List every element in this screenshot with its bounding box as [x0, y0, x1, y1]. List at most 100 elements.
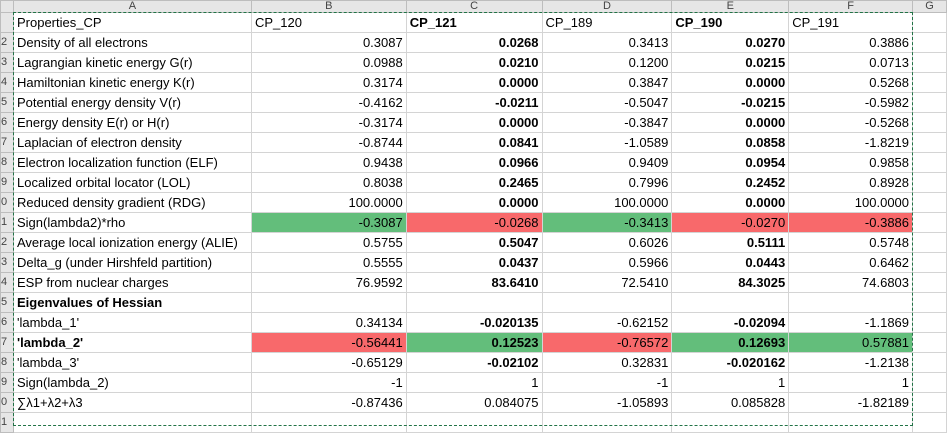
empty-cell[interactable] [912, 132, 947, 153]
row-number[interactable]: 2 [0, 232, 14, 253]
property-label[interactable]: 'lambda_3' [12, 352, 252, 373]
value-cell-f[interactable]: -1.82189 [788, 392, 914, 413]
property-label[interactable]: Localized orbital locator (LOL) [12, 172, 252, 193]
value-cell-f[interactable]: 74.6803 [788, 272, 914, 293]
column-header-c[interactable]: C [405, 0, 543, 13]
empty-cell[interactable] [671, 412, 790, 433]
value-cell-d[interactable]: -0.62152 [541, 312, 673, 333]
property-label[interactable]: Energy density E(r) or H(r) [12, 112, 252, 133]
empty-cell[interactable] [12, 412, 252, 433]
value-cell-e[interactable]: -0.02094 [671, 312, 790, 333]
value-cell-d[interactable]: 0.5966 [541, 252, 673, 273]
empty-cell[interactable] [912, 312, 947, 333]
header-cell-b[interactable]: CP_120 [250, 12, 407, 33]
value-cell-f[interactable]: 0.3886 [788, 32, 914, 53]
value-cell-c[interactable]: 0.0000 [405, 192, 543, 213]
value-cell-c[interactable] [405, 292, 543, 313]
value-cell-c[interactable]: -0.02102 [405, 352, 543, 373]
value-cell-b[interactable]: -0.56441 [250, 332, 407, 353]
empty-cell[interactable] [912, 292, 947, 313]
column-header-e[interactable]: E [671, 0, 790, 13]
empty-cell[interactable] [912, 212, 947, 233]
value-cell-b[interactable]: -1 [250, 372, 407, 393]
value-cell-e[interactable]: -0.020162 [671, 352, 790, 373]
property-label[interactable]: Eigenvalues of Hessian [12, 292, 252, 313]
row-number[interactable]: 3 [0, 52, 14, 73]
value-cell-d[interactable]: 0.32831 [541, 352, 673, 373]
value-cell-e[interactable]: -0.0215 [671, 92, 790, 113]
property-label[interactable]: ESP from nuclear charges [12, 272, 252, 293]
header-cell-f[interactable]: CP_191 [788, 12, 914, 33]
value-cell-d[interactable]: 72.5410 [541, 272, 673, 293]
value-cell-f[interactable]: 0.0713 [788, 52, 914, 73]
value-cell-f[interactable] [788, 292, 914, 313]
property-label[interactable]: Electron localization function (ELF) [12, 152, 252, 173]
value-cell-d[interactable]: -1.0589 [541, 132, 673, 153]
row-number[interactable]: 7 [0, 132, 14, 153]
value-cell-e[interactable]: 1 [671, 372, 790, 393]
value-cell-b[interactable]: -0.3087 [250, 212, 407, 233]
value-cell-b[interactable]: -0.87436 [250, 392, 407, 413]
empty-cell[interactable] [912, 72, 947, 93]
value-cell-d[interactable]: -1.05893 [541, 392, 673, 413]
value-cell-b[interactable]: 0.0988 [250, 52, 407, 73]
value-cell-d[interactable]: 0.1200 [541, 52, 673, 73]
row-number[interactable]: 0 [0, 192, 14, 213]
empty-cell[interactable] [912, 272, 947, 293]
empty-cell[interactable] [912, 192, 947, 213]
value-cell-d[interactable]: -0.76572 [541, 332, 673, 353]
value-cell-e[interactable]: 0.0000 [671, 72, 790, 93]
property-label[interactable]: Hamiltonian kinetic energy K(r) [12, 72, 252, 93]
row-number[interactable]: 0 [0, 392, 14, 413]
property-label[interactable]: Potential energy density V(r) [12, 92, 252, 113]
value-cell-d[interactable]: 0.9409 [541, 152, 673, 173]
value-cell-b[interactable]: 0.5755 [250, 232, 407, 253]
empty-cell[interactable] [912, 412, 947, 433]
value-cell-f[interactable]: 100.0000 [788, 192, 914, 213]
empty-cell[interactable] [912, 32, 947, 53]
value-cell-e[interactable]: 0.085828 [671, 392, 790, 413]
value-cell-c[interactable]: 0.12523 [405, 332, 543, 353]
row-number[interactable]: 8 [0, 352, 14, 373]
empty-cell[interactable] [541, 412, 673, 433]
value-cell-c[interactable]: 0.2465 [405, 172, 543, 193]
value-cell-c[interactable]: 0.5047 [405, 232, 543, 253]
value-cell-e[interactable]: 0.0954 [671, 152, 790, 173]
empty-cell[interactable] [912, 92, 947, 113]
property-label[interactable]: 'lambda_2' [12, 332, 252, 353]
row-number[interactable]: 7 [0, 332, 14, 353]
value-cell-f[interactable]: 0.5748 [788, 232, 914, 253]
row-number[interactable]: 5 [0, 292, 14, 313]
value-cell-c[interactable]: 0.0437 [405, 252, 543, 273]
empty-cell[interactable] [912, 392, 947, 413]
property-label[interactable]: Laplacian of electron density [12, 132, 252, 153]
value-cell-b[interactable]: 0.3174 [250, 72, 407, 93]
empty-cell[interactable] [912, 332, 947, 353]
empty-cell[interactable] [788, 412, 914, 433]
value-cell-f[interactable]: -0.5982 [788, 92, 914, 113]
property-label[interactable]: Sign(lambda2)*rho [12, 212, 252, 233]
value-cell-e[interactable]: 0.0000 [671, 192, 790, 213]
value-cell-f[interactable]: 0.8928 [788, 172, 914, 193]
empty-cell[interactable] [912, 152, 947, 173]
value-cell-c[interactable]: 0.0268 [405, 32, 543, 53]
value-cell-b[interactable]: -0.4162 [250, 92, 407, 113]
empty-cell[interactable] [912, 352, 947, 373]
value-cell-d[interactable]: -0.3413 [541, 212, 673, 233]
property-label[interactable]: ∑λ1+λ2+λ3 [12, 392, 252, 413]
row-number[interactable]: 9 [0, 372, 14, 393]
value-cell-e[interactable]: -0.0270 [671, 212, 790, 233]
empty-cell[interactable] [250, 412, 407, 433]
empty-cell[interactable] [405, 412, 543, 433]
value-cell-e[interactable]: 0.12693 [671, 332, 790, 353]
row-number[interactable] [0, 12, 14, 33]
header-cell-c[interactable]: CP_121 [405, 12, 543, 33]
value-cell-d[interactable]: -0.5047 [541, 92, 673, 113]
value-cell-b[interactable]: 0.3087 [250, 32, 407, 53]
value-cell-d[interactable]: 0.7996 [541, 172, 673, 193]
empty-cell[interactable] [912, 252, 947, 273]
value-cell-b[interactable]: 0.5555 [250, 252, 407, 273]
value-cell-c[interactable]: 0.084075 [405, 392, 543, 413]
value-cell-f[interactable]: -1.1869 [788, 312, 914, 333]
value-cell-b[interactable]: -0.65129 [250, 352, 407, 373]
